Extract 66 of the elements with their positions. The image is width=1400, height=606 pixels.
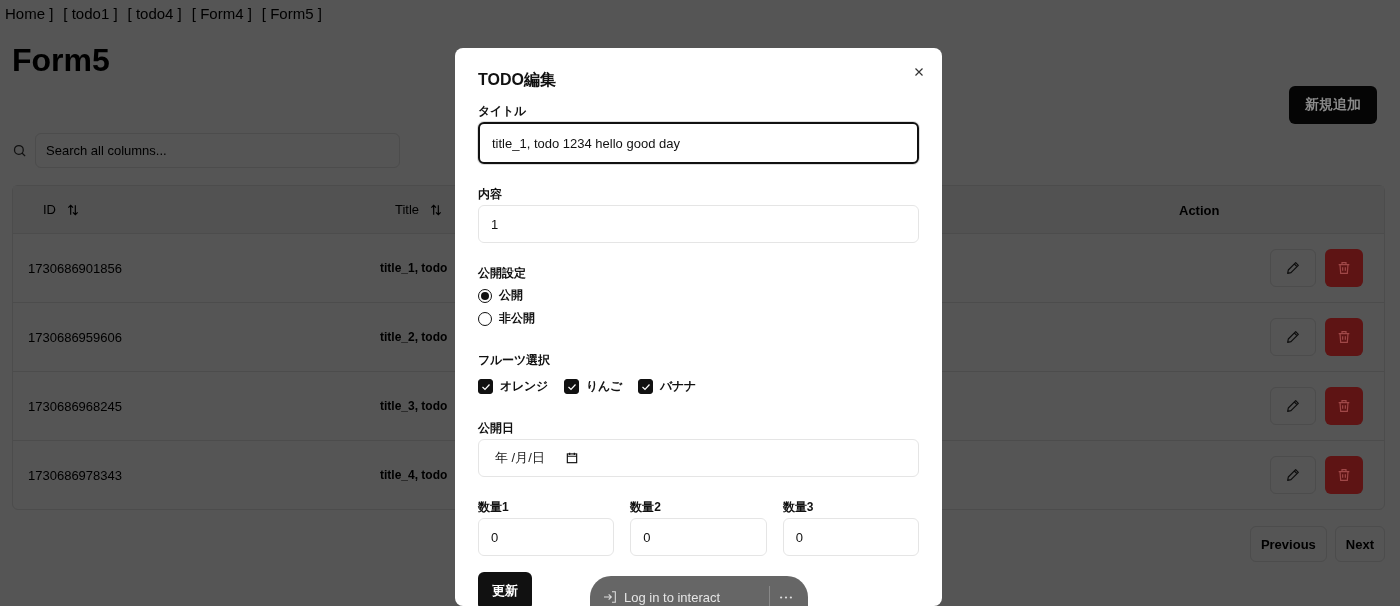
update-button[interactable]: 更新: [478, 572, 532, 606]
table-cell-text: 1730686959606: [27, 329, 123, 345]
table-cell: title_4, todo: [380, 468, 448, 482]
number-field[interactable]: 0: [478, 518, 615, 556]
field-label: フルーツ選択: [478, 352, 551, 369]
trash-icon: [1336, 467, 1352, 483]
nav-link[interactable]: Home ]: [5, 4, 54, 22]
checkbox[interactable]: [478, 379, 493, 394]
table-cell: title_1, todo: [380, 261, 448, 275]
login-icon: [602, 589, 618, 605]
pencil-icon: [1285, 329, 1301, 345]
nav-link[interactable]: [ Form5 ]: [261, 4, 322, 22]
table-cell-text: 1730686968245: [27, 398, 123, 414]
nav-link[interactable]: [ todo4 ]: [127, 4, 182, 22]
pencil-icon: [1285, 398, 1301, 414]
field-label: タイトル: [478, 103, 527, 120]
option-label: オレンジ: [500, 378, 548, 395]
delete-button[interactable]: [1325, 387, 1363, 425]
edit-button[interactable]: [1270, 249, 1316, 287]
field-label: 数量1: [478, 499, 510, 516]
dialog-title: TODO編集: [478, 70, 557, 90]
option-label: 公開: [499, 287, 523, 304]
table-cell: title_2, todo: [380, 330, 448, 344]
trash-icon: [1336, 260, 1352, 276]
option-label: 非公開: [499, 310, 535, 327]
nav-link[interactable]: [ Form4 ]: [191, 4, 252, 22]
table-cell-text: 1730686978343: [27, 467, 123, 483]
table-cell-text: 1730686901856: [27, 260, 123, 276]
more-icon: [780, 595, 792, 599]
search-field[interactable]: Search all columns...: [35, 133, 400, 168]
option-label: りんご: [586, 378, 622, 395]
checkbox[interactable]: [638, 379, 653, 394]
number-field[interactable]: 0: [630, 518, 767, 556]
table-cell: title_3, todo: [380, 399, 448, 413]
trash-icon: [1336, 329, 1352, 345]
edit-button[interactable]: [1270, 318, 1316, 356]
edit-button[interactable]: [1270, 387, 1316, 425]
delete-button[interactable]: [1325, 318, 1363, 356]
field-label: 数量3: [782, 499, 815, 516]
trash-icon: [1336, 398, 1352, 414]
input-field[interactable]: title_1, todo 1234 hello good day: [478, 122, 919, 164]
input-field[interactable]: 1: [478, 205, 919, 243]
pagination-button[interactable]: Previous: [1249, 526, 1327, 562]
field-label: 内容: [478, 186, 503, 203]
number-field[interactable]: 0: [782, 518, 919, 556]
column-header: Action: [1179, 202, 1220, 218]
pencil-icon: [1285, 260, 1301, 276]
field-label: 数量2: [630, 499, 662, 516]
edit-button[interactable]: [1270, 456, 1316, 494]
field-label: 公開設定: [478, 265, 527, 282]
delete-button[interactable]: [1325, 249, 1363, 287]
field-label: 公開日: [478, 420, 515, 437]
add-button[interactable]: 新規追加: [1289, 86, 1377, 124]
checkbox[interactable]: [564, 379, 579, 394]
nav-link[interactable]: [ todo1 ]: [63, 4, 118, 22]
option-label: バナナ: [660, 378, 696, 395]
page-title: Form5: [12, 42, 110, 79]
login-button[interactable]: Log in to interact: [590, 586, 770, 606]
column-header[interactable]: Title: [380, 202, 444, 217]
pagination-button[interactable]: Next: [1334, 526, 1385, 562]
column-header[interactable]: ID: [28, 202, 80, 217]
pencil-icon: [1285, 467, 1301, 483]
delete-button[interactable]: [1325, 456, 1363, 494]
calendar-icon: [564, 451, 579, 465]
search-icon: [12, 143, 27, 158]
date-field[interactable]: 年 /月/日: [478, 439, 919, 477]
